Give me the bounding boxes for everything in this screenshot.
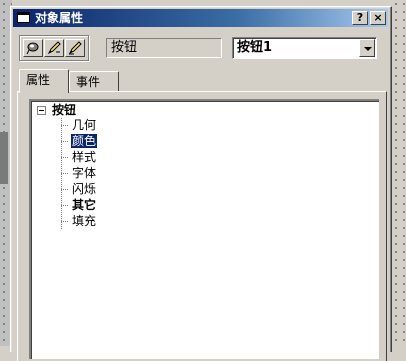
tree-item-other[interactable]: 其它 <box>61 197 97 213</box>
scrollbar-thumb[interactable] <box>0 132 8 184</box>
tree-item-label: 闪烁 <box>72 182 97 196</box>
tree-item-label: 其它 <box>72 198 97 212</box>
edit-button[interactable] <box>44 39 64 57</box>
pin-button[interactable] <box>23 39 43 57</box>
tree-item-font[interactable]: 字体 <box>61 165 97 181</box>
tab-events[interactable]: 事件 <box>69 71 119 91</box>
properties-button[interactable] <box>65 39 85 57</box>
object-properties-window: 对象属性 ? × 按钮 按钮1 属性 事件 按钮 几何 颜色 样式 字体 闪烁 … <box>10 6 392 361</box>
window-icon <box>17 12 30 23</box>
tree-item-label: 颜色 <box>69 133 99 149</box>
tree-root-label: 按钮 <box>52 103 77 117</box>
object-select[interactable]: 按钮1 <box>232 37 377 59</box>
tree-item-label: 样式 <box>72 150 97 164</box>
tree-item-blink[interactable]: 闪烁 <box>61 181 97 197</box>
tree-item-geometry[interactable]: 几何 <box>61 117 97 133</box>
pencil-props-icon <box>68 41 82 55</box>
collapse-icon[interactable] <box>37 106 46 115</box>
design-surface-right <box>392 0 406 346</box>
pencil-edit-icon <box>47 41 61 55</box>
object-select-value: 按钮1 <box>237 40 273 55</box>
pin-icon <box>26 42 39 55</box>
object-type-label: 按钮 <box>106 38 222 58</box>
tree-item-style[interactable]: 样式 <box>61 149 97 165</box>
tree-item-label: 几何 <box>72 118 97 132</box>
tree-item-fill[interactable]: 填充 <box>61 213 97 229</box>
tool-group <box>19 35 89 61</box>
close-button[interactable]: × <box>370 11 386 25</box>
tab-properties[interactable]: 属性 <box>19 69 69 93</box>
title-bar[interactable]: 对象属性 ? × <box>13 9 388 27</box>
property-tree[interactable]: 按钮 几何 颜色 样式 字体 闪烁 其它 填充 <box>29 99 379 359</box>
tree-root[interactable]: 按钮 <box>37 103 76 117</box>
tree-item-label: 填充 <box>72 214 97 228</box>
help-button[interactable]: ? <box>352 11 368 25</box>
tree-item-label: 字体 <box>72 166 97 180</box>
window-title: 对象属性 <box>35 11 84 25</box>
chevron-down-icon[interactable] <box>359 39 375 57</box>
tree-item-color[interactable]: 颜色 <box>61 133 99 149</box>
